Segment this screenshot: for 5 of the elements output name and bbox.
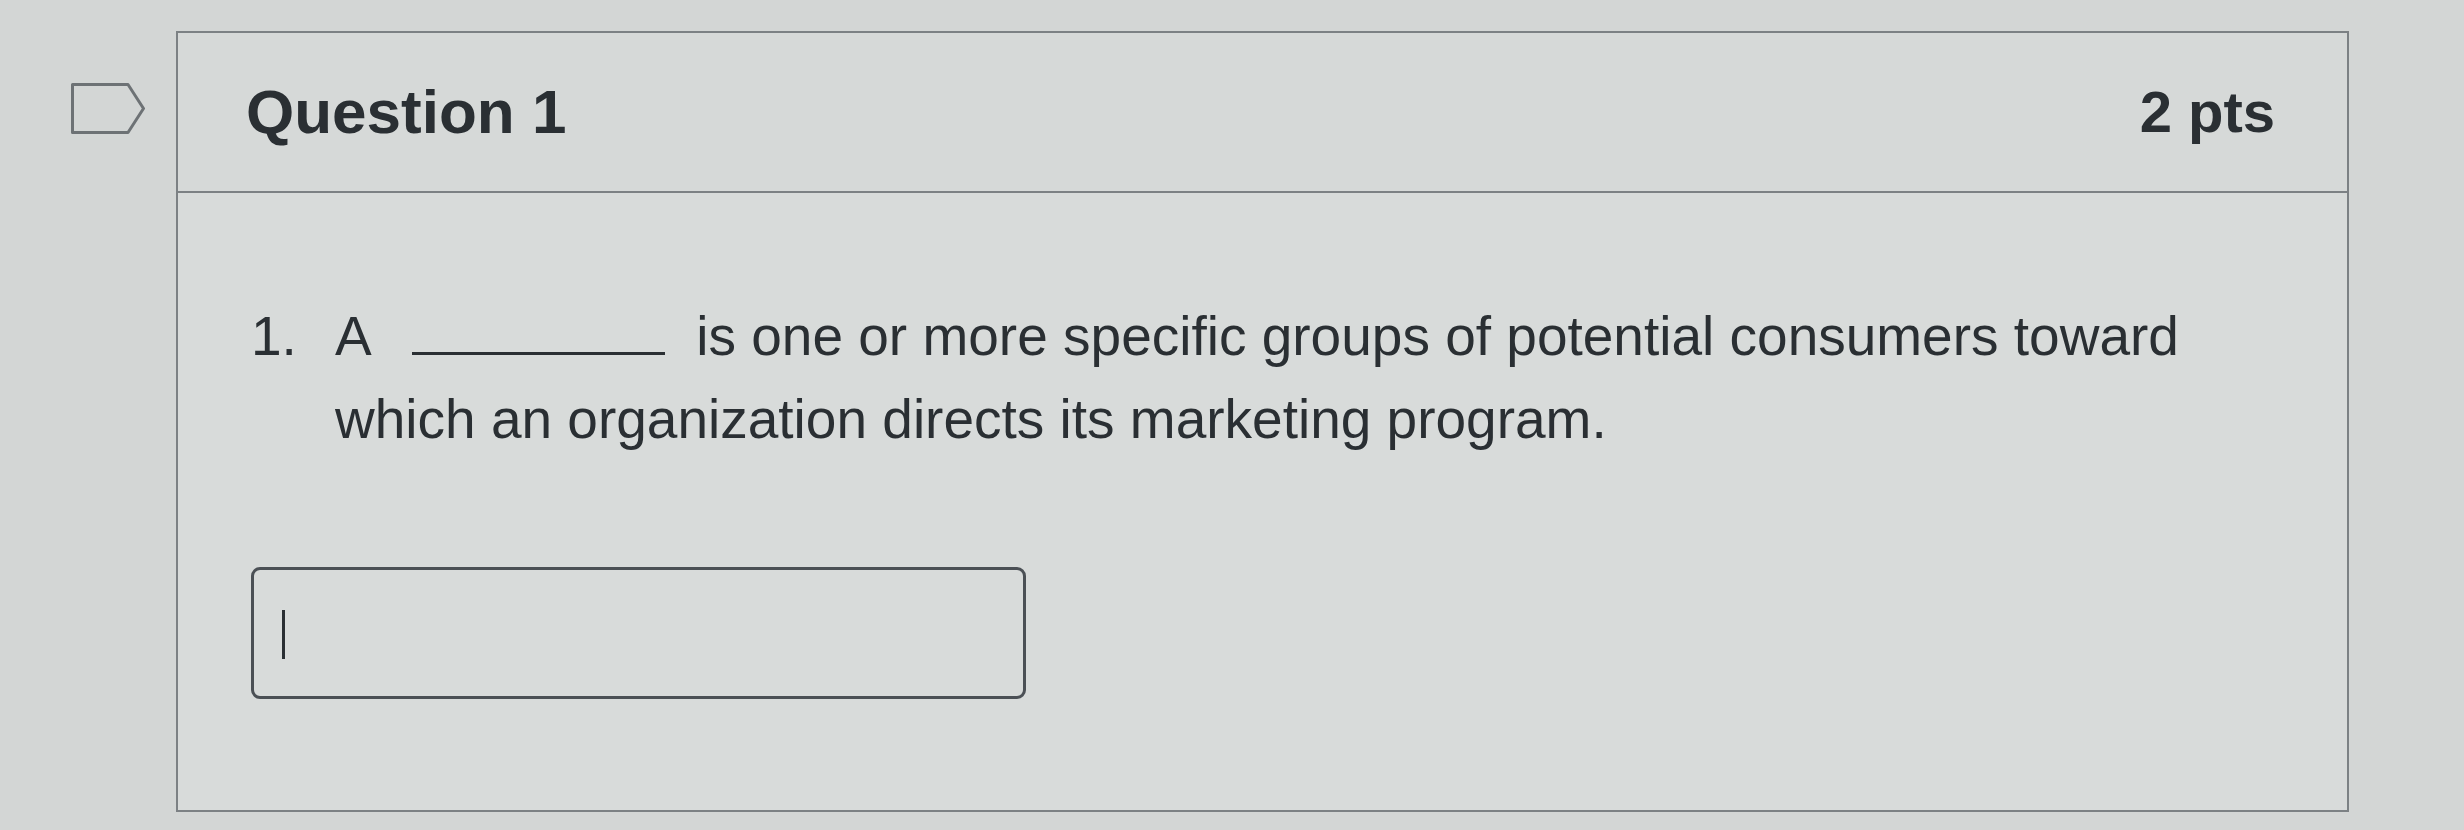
answer-input-field[interactable] xyxy=(251,567,1026,699)
text-cursor-icon xyxy=(282,610,285,659)
item-number: 1. xyxy=(251,304,298,369)
flag-icon[interactable] xyxy=(71,83,145,134)
question-text: A is one or more specific groups of potential consumers toward which an organization directs its marketing program. xyxy=(335,304,2180,452)
